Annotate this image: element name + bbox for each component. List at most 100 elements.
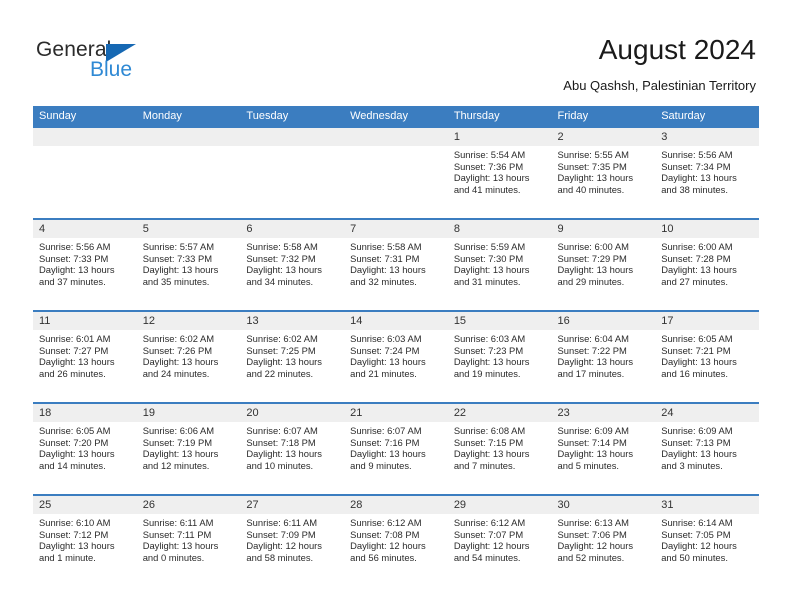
calendar-day-cell[interactable]: 26 Sunrise: 6:11 AM Sunset: 7:11 PM Dayligh… [136, 494, 241, 586]
day-info-line: Sunset: 7:27 PM [39, 344, 109, 356]
calendar-day-cell[interactable]: 11 Sunrise: 6:01 AM Sunset: 7:27 PM Dayligh… [33, 310, 137, 403]
calendar-day-cell[interactable]: 17 Sunrise: 6:05 AM Sunset: 7:21 PM Dayligh… [655, 310, 759, 403]
calendar-body: 1 Sunrise: 5:54 AM Sunset: 7:36 PM Daylight… [33, 126, 759, 586]
calendar-cell-empty [136, 126, 241, 219]
day-info-line: Daylight: 13 hours [142, 540, 219, 552]
day-number: 14 [344, 312, 448, 330]
day-info-line: Sunrise: 6:05 AM [661, 333, 733, 344]
day-cell-inner: 29 Sunrise: 6:12 AM Sunset: 7:07 PM Dayligh… [447, 496, 552, 584]
general-blue-logo[interactable]: General Blue [36, 38, 216, 86]
calendar-day-cell[interactable]: 13 Sunrise: 6:02 AM Sunset: 7:25 PM Dayligh… [240, 310, 345, 403]
day-sun-info: Sunrise: 6:12 AM Sunset: 7:07 PM Daylight:… [448, 514, 552, 563]
day-info-line: Sunrise: 5:56 AM [39, 241, 111, 252]
day-cell-inner: 24 Sunrise: 6:09 AM Sunset: 7:13 PM Dayligh… [655, 404, 759, 492]
day-info-line: Sunset: 7:20 PM [39, 436, 109, 448]
calendar-week-row: 4 Sunrise: 5:56 AM Sunset: 7:33 PM Daylight… [33, 218, 759, 311]
day-info-line: and 19 minutes. [453, 367, 521, 379]
day-info-line: and 26 minutes. [39, 367, 106, 379]
calendar-day-cell[interactable]: 18 Sunrise: 6:05 AM Sunset: 7:20 PM Dayligh… [33, 402, 137, 495]
calendar-day-cell[interactable]: 10 Sunrise: 6:00 AM Sunset: 7:28 PM Dayligh… [655, 218, 759, 311]
calendar-day-cell[interactable]: 29 Sunrise: 6:12 AM Sunset: 7:07 PM Dayligh… [447, 494, 552, 586]
page-header: General Blue August 2024 Abu Qashsh, Pal… [0, 0, 792, 106]
calendar-day-cell[interactable]: 8 Sunrise: 5:59 AM Sunset: 7:30 PM Daylight… [447, 218, 552, 311]
day-number: 10 [655, 220, 759, 238]
calendar-day-cell[interactable]: 12 Sunrise: 6:02 AM Sunset: 7:26 PM Dayligh… [136, 310, 241, 403]
day-info-line: Sunset: 7:33 PM [39, 252, 109, 264]
day-info-line: Sunset: 7:28 PM [661, 252, 731, 264]
calendar-day-cell[interactable]: 2 Sunrise: 5:55 AM Sunset: 7:35 PM Daylight… [551, 126, 656, 219]
day-info-line: and 17 minutes. [557, 367, 625, 379]
calendar-day-cell[interactable]: 31 Sunrise: 6:14 AM Sunset: 7:05 PM Dayligh… [655, 494, 759, 586]
calendar-day-cell[interactable]: 14 Sunrise: 6:03 AM Sunset: 7:24 PM Dayligh… [344, 310, 448, 403]
calendar-day-cell[interactable]: 22 Sunrise: 6:08 AM Sunset: 7:15 PM Dayligh… [447, 402, 552, 495]
day-info-line: and 34 minutes. [246, 275, 314, 287]
day-info-line: Daylight: 13 hours [557, 172, 634, 184]
day-info-line: and 22 minutes. [246, 367, 314, 379]
calendar-day-cell[interactable]: 5 Sunrise: 5:57 AM Sunset: 7:33 PM Daylight… [136, 218, 241, 311]
day-number: 1 [447, 128, 552, 146]
calendar-day-cell[interactable]: 4 Sunrise: 5:56 AM Sunset: 7:33 PM Daylight… [33, 218, 137, 311]
day-info-line: Sunset: 7:29 PM [557, 252, 627, 264]
day-info-line: Daylight: 13 hours [453, 356, 530, 368]
day-sun-info: Sunrise: 6:04 AM Sunset: 7:22 PM Daylight:… [552, 330, 656, 379]
day-info-line: Daylight: 13 hours [557, 264, 634, 276]
day-sun-info: Sunrise: 6:12 AM Sunset: 7:08 PM Daylight:… [344, 514, 448, 563]
calendar-day-cell[interactable]: 1 Sunrise: 5:54 AM Sunset: 7:36 PM Daylight… [447, 126, 552, 219]
calendar-day-cell[interactable]: 24 Sunrise: 6:09 AM Sunset: 7:13 PM Dayligh… [655, 402, 759, 495]
calendar-day-cell[interactable]: 25 Sunrise: 6:10 AM Sunset: 7:12 PM Dayligh… [33, 494, 137, 586]
day-number: 26 [136, 496, 241, 514]
day-number: 17 [655, 312, 759, 330]
day-number: 22 [447, 404, 552, 422]
day-info-line: and 5 minutes. [557, 459, 620, 471]
day-info-line: Sunrise: 5:54 AM [453, 149, 526, 160]
day-info-line: Daylight: 13 hours [661, 356, 737, 368]
day-info-line: Sunset: 7:25 PM [246, 344, 316, 356]
day-info-line: Sunset: 7:33 PM [142, 252, 213, 264]
day-info-line: Sunrise: 6:01 AM [39, 333, 111, 344]
day-number: 12 [136, 312, 241, 330]
day-info-line: Sunset: 7:07 PM [453, 528, 524, 540]
day-sun-info: Sunrise: 6:03 AM Sunset: 7:24 PM Daylight:… [344, 330, 448, 379]
calendar-day-cell[interactable]: 3 Sunrise: 5:56 AM Sunset: 7:34 PM Daylight… [655, 126, 759, 219]
calendar-day-cell[interactable]: 19 Sunrise: 6:06 AM Sunset: 7:19 PM Dayligh… [136, 402, 241, 495]
day-number: 3 [655, 128, 759, 146]
day-sun-info: Sunrise: 6:00 AM Sunset: 7:28 PM Daylight:… [655, 238, 759, 287]
day-info-line: Sunrise: 6:11 AM [142, 517, 214, 528]
calendar-day-cell[interactable]: 7 Sunrise: 5:58 AM Sunset: 7:31 PM Daylight… [344, 218, 448, 311]
day-info-line: Sunset: 7:08 PM [350, 528, 420, 540]
day-cell-inner: 22 Sunrise: 6:08 AM Sunset: 7:15 PM Dayligh… [447, 404, 552, 492]
calendar-day-cell[interactable]: 23 Sunrise: 6:09 AM Sunset: 7:14 PM Dayligh… [551, 402, 656, 495]
day-info-line: and 35 minutes. [142, 275, 210, 287]
day-sun-info: Sunrise: 6:05 AM Sunset: 7:20 PM Daylight:… [33, 422, 137, 471]
day-info-line: Daylight: 13 hours [661, 264, 737, 276]
weekday-header-thursday: Thursday [447, 106, 552, 127]
day-number: 5 [136, 220, 241, 238]
day-cell-inner: 15 Sunrise: 6:03 AM Sunset: 7:23 PM Dayligh… [447, 312, 552, 400]
day-sun-info: Sunrise: 6:07 AM Sunset: 7:18 PM Daylight:… [240, 422, 344, 471]
calendar-day-cell[interactable]: 27 Sunrise: 6:11 AM Sunset: 7:09 PM Dayligh… [240, 494, 345, 586]
day-info-line: Daylight: 13 hours [246, 448, 322, 460]
day-sun-info: Sunrise: 6:00 AM Sunset: 7:29 PM Daylight:… [552, 238, 656, 287]
calendar-day-cell[interactable]: 20 Sunrise: 6:07 AM Sunset: 7:18 PM Dayligh… [240, 402, 345, 495]
calendar-day-cell[interactable]: 15 Sunrise: 6:03 AM Sunset: 7:23 PM Dayligh… [447, 310, 552, 403]
day-number: 28 [344, 496, 448, 514]
day-info-line: and 40 minutes. [557, 183, 625, 195]
day-info-line: and 10 minutes. [246, 459, 314, 471]
day-number [240, 128, 345, 146]
calendar-day-cell[interactable]: 30 Sunrise: 6:13 AM Sunset: 7:06 PM Dayligh… [551, 494, 656, 586]
calendar-day-cell[interactable]: 16 Sunrise: 6:04 AM Sunset: 7:22 PM Dayligh… [551, 310, 656, 403]
day-info-line: and 3 minutes. [661, 459, 723, 471]
calendar-day-cell[interactable]: 9 Sunrise: 6:00 AM Sunset: 7:29 PM Daylight… [551, 218, 656, 311]
calendar-day-cell[interactable]: 28 Sunrise: 6:12 AM Sunset: 7:08 PM Dayligh… [344, 494, 448, 586]
day-info-line: Sunrise: 6:07 AM [350, 425, 422, 436]
day-number: 31 [655, 496, 759, 514]
logo-text-blue: Blue [90, 58, 133, 81]
day-info-line: Sunset: 7:11 PM [142, 528, 212, 540]
calendar-day-cell[interactable]: 6 Sunrise: 5:58 AM Sunset: 7:32 PM Daylight… [240, 218, 345, 311]
day-info-line: and 54 minutes. [453, 551, 521, 563]
day-info-line: Sunset: 7:06 PM [557, 528, 627, 540]
day-info-line: Sunrise: 5:57 AM [142, 241, 215, 252]
day-info-line: Sunset: 7:24 PM [350, 344, 420, 356]
calendar-day-cell[interactable]: 21 Sunrise: 6:07 AM Sunset: 7:16 PM Dayligh… [344, 402, 448, 495]
day-info-line: Sunrise: 6:00 AM [557, 241, 629, 252]
